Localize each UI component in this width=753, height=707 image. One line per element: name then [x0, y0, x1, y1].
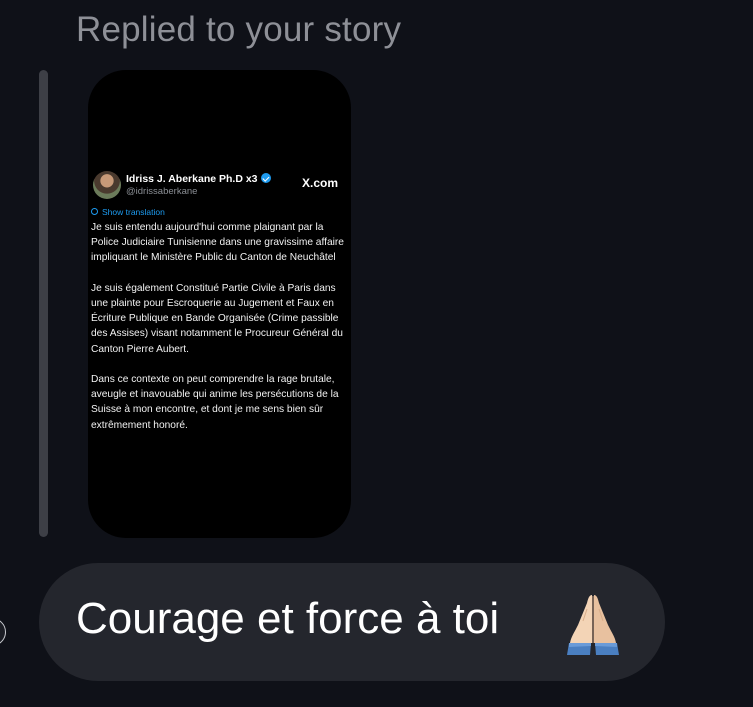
tweet-paragraph: Je suis entendu aujourd'hui comme plaign… [91, 222, 344, 264]
message-bubble[interactable]: Courage et force à toi [39, 563, 665, 681]
tweet-header: Idriss J. Aberkane Ph.D x3 @idrissaberka… [93, 171, 348, 201]
reply-label: Replied to your story [76, 10, 402, 49]
tweet-paragraph: Dans ce contexte on peut comprendre la r… [91, 374, 339, 431]
story-preview-card[interactable]: Idriss J. Aberkane Ph.D x3 @idrissaberka… [88, 70, 351, 538]
sender-avatar[interactable] [0, 618, 6, 646]
quote-bar [39, 70, 48, 537]
verified-badge-icon [260, 173, 271, 183]
message-text: Courage et force à toi [76, 594, 500, 643]
show-translation-link[interactable]: Show translation [91, 207, 165, 217]
author-name: Idriss J. Aberkane Ph.D x3 [126, 173, 258, 185]
translate-icon [91, 208, 98, 215]
site-label: X.com [302, 176, 339, 190]
show-translation-label: Show translation [102, 207, 165, 217]
author-avatar [93, 171, 121, 199]
tweet-paragraph: Je suis également Constitué Partie Civil… [91, 282, 343, 355]
tweet-text: Je suis entendu aujourd'hui comme plaign… [91, 220, 346, 448]
praying-hands-icon [567, 595, 619, 655]
author-name-row: Idriss J. Aberkane Ph.D x3 [126, 173, 271, 185]
author-handle: @idrissaberkane [126, 186, 198, 197]
